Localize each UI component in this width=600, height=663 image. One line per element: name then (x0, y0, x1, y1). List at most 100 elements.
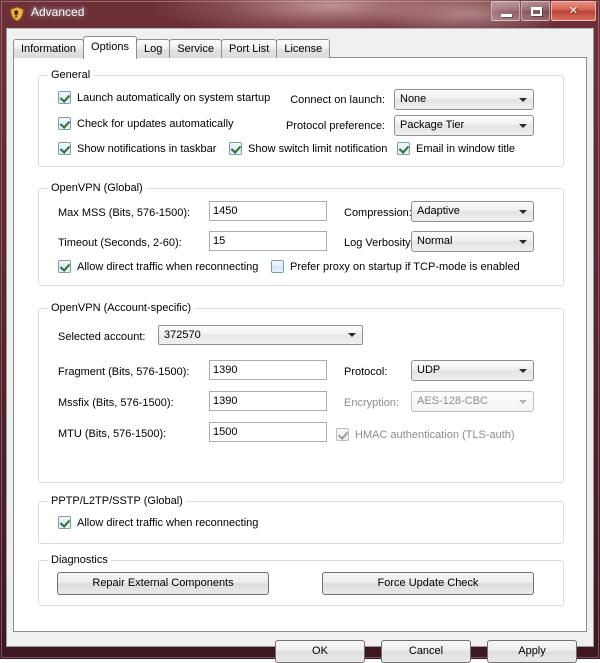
checkbox-allow-direct-pptp-box[interactable] (58, 516, 71, 529)
cancel-button[interactable]: Cancel (381, 640, 471, 663)
checkbox-allow-direct-openvpn-box[interactable] (58, 260, 71, 273)
dropdown-connect-on-launch[interactable]: None (394, 89, 534, 110)
label-max-mss: Max MSS (Bits, 576-1500): (58, 207, 191, 219)
label-protocol: Protocol: (344, 366, 388, 378)
dropdown-log-verbosity-value: Normal (417, 235, 453, 247)
dropdown-log-verbosity[interactable]: Normal (411, 231, 534, 252)
advanced-settings-window: Advanced ✕ Information Options Log Servi… (0, 0, 600, 663)
dropdown-protocol-value: UDP (417, 364, 441, 376)
group-diagnostics-label: Diagnostics (48, 554, 111, 566)
group-pptp-label: PPTP/L2TP/SSTP (Global) (48, 495, 186, 507)
client-area: Information Options Log Service Port Lis… (6, 28, 594, 663)
group-general: General Launch automatically on system s… (38, 69, 564, 167)
maximize-button[interactable] (521, 1, 550, 21)
shield-icon (9, 6, 25, 22)
window-controls: ✕ (490, 1, 596, 21)
checkbox-email-in-window-title[interactable]: Email in window title (397, 142, 515, 155)
tab-service[interactable]: Service (169, 39, 222, 58)
chevron-down-icon (519, 97, 527, 102)
checkbox-prefer-proxy-box[interactable] (271, 260, 284, 273)
checkbox-switch-limit-notification[interactable]: Show switch limit notification (229, 142, 387, 155)
checkbox-switch-limit-notification-box[interactable] (229, 142, 242, 155)
title-bar[interactable]: Advanced ✕ (0, 0, 600, 28)
dropdown-compression[interactable]: Adaptive (411, 201, 534, 222)
checkbox-check-updates[interactable]: Check for updates automatically (58, 117, 234, 130)
checkbox-email-in-window-title-label: Email in window title (416, 142, 516, 155)
input-max-mss[interactable]: 1450 (209, 201, 327, 221)
tab-options[interactable]: Options (83, 36, 137, 59)
label-mtu: MTU (Bits, 576-1500): (58, 428, 167, 440)
checkbox-show-notifications[interactable]: Show notifications in taskbar (58, 142, 216, 155)
checkbox-allow-direct-openvpn-label: Allow direct traffic when reconnecting (77, 260, 259, 273)
label-encryption: Encryption: (344, 397, 400, 409)
chevron-down-icon (348, 333, 356, 337)
dropdown-compression-value: Adaptive (417, 205, 460, 217)
label-mssfix: Mssfix (Bits, 576-1500): (58, 397, 174, 409)
tab-port-list[interactable]: Port List (221, 39, 278, 58)
ok-button[interactable]: OK (275, 640, 365, 663)
group-openvpn-global-label: OpenVPN (Global) (48, 182, 146, 194)
label-selected-account: Selected account: (58, 331, 146, 343)
checkbox-allow-direct-openvpn[interactable]: Allow direct traffic when reconnecting (58, 260, 258, 273)
chevron-down-icon (519, 368, 527, 373)
dropdown-selected-account-value: 372570 (164, 329, 201, 341)
input-mtu[interactable]: 1500 (209, 422, 327, 442)
minimize-icon (501, 14, 512, 17)
checkbox-check-updates-label: Check for updates automatically (77, 117, 234, 130)
tab-information[interactable]: Information (13, 39, 85, 58)
maximize-icon (531, 7, 542, 16)
repair-external-components-button[interactable]: Repair External Components (57, 572, 269, 595)
tab-license[interactable]: License (276, 39, 331, 58)
checkbox-hmac-authentication-label: HMAC authentication (TLS-auth) (355, 428, 515, 441)
group-general-label: General (48, 69, 94, 81)
options-tab-page: General Launch automatically on system s… (13, 57, 587, 632)
chevron-down-icon (519, 123, 527, 128)
close-button[interactable]: ✕ (551, 1, 596, 21)
checkbox-switch-limit-notification-label: Show switch limit notification (248, 142, 388, 155)
checkbox-allow-direct-pptp-label: Allow direct traffic when reconnecting (77, 516, 259, 529)
label-connect-on-launch: Connect on launch: (290, 94, 385, 106)
chevron-down-icon (519, 399, 527, 404)
chevron-down-icon (519, 209, 527, 214)
checkbox-hmac-authentication: HMAC authentication (TLS-auth) (336, 428, 515, 441)
apply-button[interactable]: Apply (487, 640, 577, 663)
dropdown-encryption: AES-128-CBC (411, 391, 534, 412)
dropdown-protocol-preference[interactable]: Package Tier (394, 115, 534, 136)
checkbox-show-notifications-label: Show notifications in taskbar (77, 142, 217, 155)
label-log-verbosity: Log Verbosity: (344, 237, 414, 249)
force-update-check-button[interactable]: Force Update Check (322, 572, 534, 595)
checkbox-hmac-authentication-box (336, 428, 349, 441)
checkbox-prefer-proxy-label: Prefer proxy on startup if TCP-mode is e… (290, 260, 520, 273)
checkbox-email-in-window-title-box[interactable] (397, 142, 410, 155)
dropdown-protocol[interactable]: UDP (411, 360, 534, 381)
checkbox-launch-on-startup-label: Launch automatically on system startup (77, 91, 271, 104)
group-openvpn-account: OpenVPN (Account-specific) Selected acco… (38, 302, 564, 483)
checkbox-launch-on-startup-box[interactable] (58, 91, 71, 104)
checkbox-launch-on-startup[interactable]: Launch automatically on system startup (58, 91, 270, 104)
input-mssfix[interactable]: 1390 (209, 391, 327, 411)
tab-log[interactable]: Log (135, 39, 171, 58)
label-compression: Compression: (344, 207, 412, 219)
minimize-button[interactable] (491, 1, 520, 21)
input-timeout[interactable]: 15 (209, 231, 327, 251)
group-pptp: PPTP/L2TP/SSTP (Global) Allow direct tra… (38, 495, 564, 544)
dropdown-connect-on-launch-value: None (400, 93, 427, 105)
dropdown-protocol-preference-value: Package Tier (400, 119, 465, 131)
window-title: Advanced (31, 5, 85, 19)
dropdown-encryption-value: AES-128-CBC (417, 395, 488, 407)
dropdown-selected-account[interactable]: 372570 (158, 325, 363, 345)
group-diagnostics: Diagnostics Repair External Components F… (38, 554, 564, 606)
checkbox-prefer-proxy[interactable]: Prefer proxy on startup if TCP-mode is e… (271, 260, 520, 273)
checkbox-check-updates-box[interactable] (58, 117, 71, 130)
label-timeout: Timeout (Seconds, 2-60): (58, 237, 182, 249)
checkbox-allow-direct-pptp[interactable]: Allow direct traffic when reconnecting (58, 516, 258, 529)
checkbox-show-notifications-box[interactable] (58, 142, 71, 155)
label-fragment: Fragment (Bits, 576-1500): (58, 366, 190, 378)
close-icon: ✕ (568, 5, 579, 17)
group-openvpn-account-label: OpenVPN (Account-specific) (48, 302, 194, 314)
input-fragment[interactable]: 1390 (209, 360, 327, 380)
tab-strip: Information Options Log Service Port Lis… (13, 36, 331, 59)
chevron-down-icon (519, 239, 527, 244)
label-protocol-preference: Protocol preference: (285, 120, 385, 132)
group-openvpn-global: OpenVPN (Global) Max MSS (Bits, 576-1500… (38, 182, 564, 286)
